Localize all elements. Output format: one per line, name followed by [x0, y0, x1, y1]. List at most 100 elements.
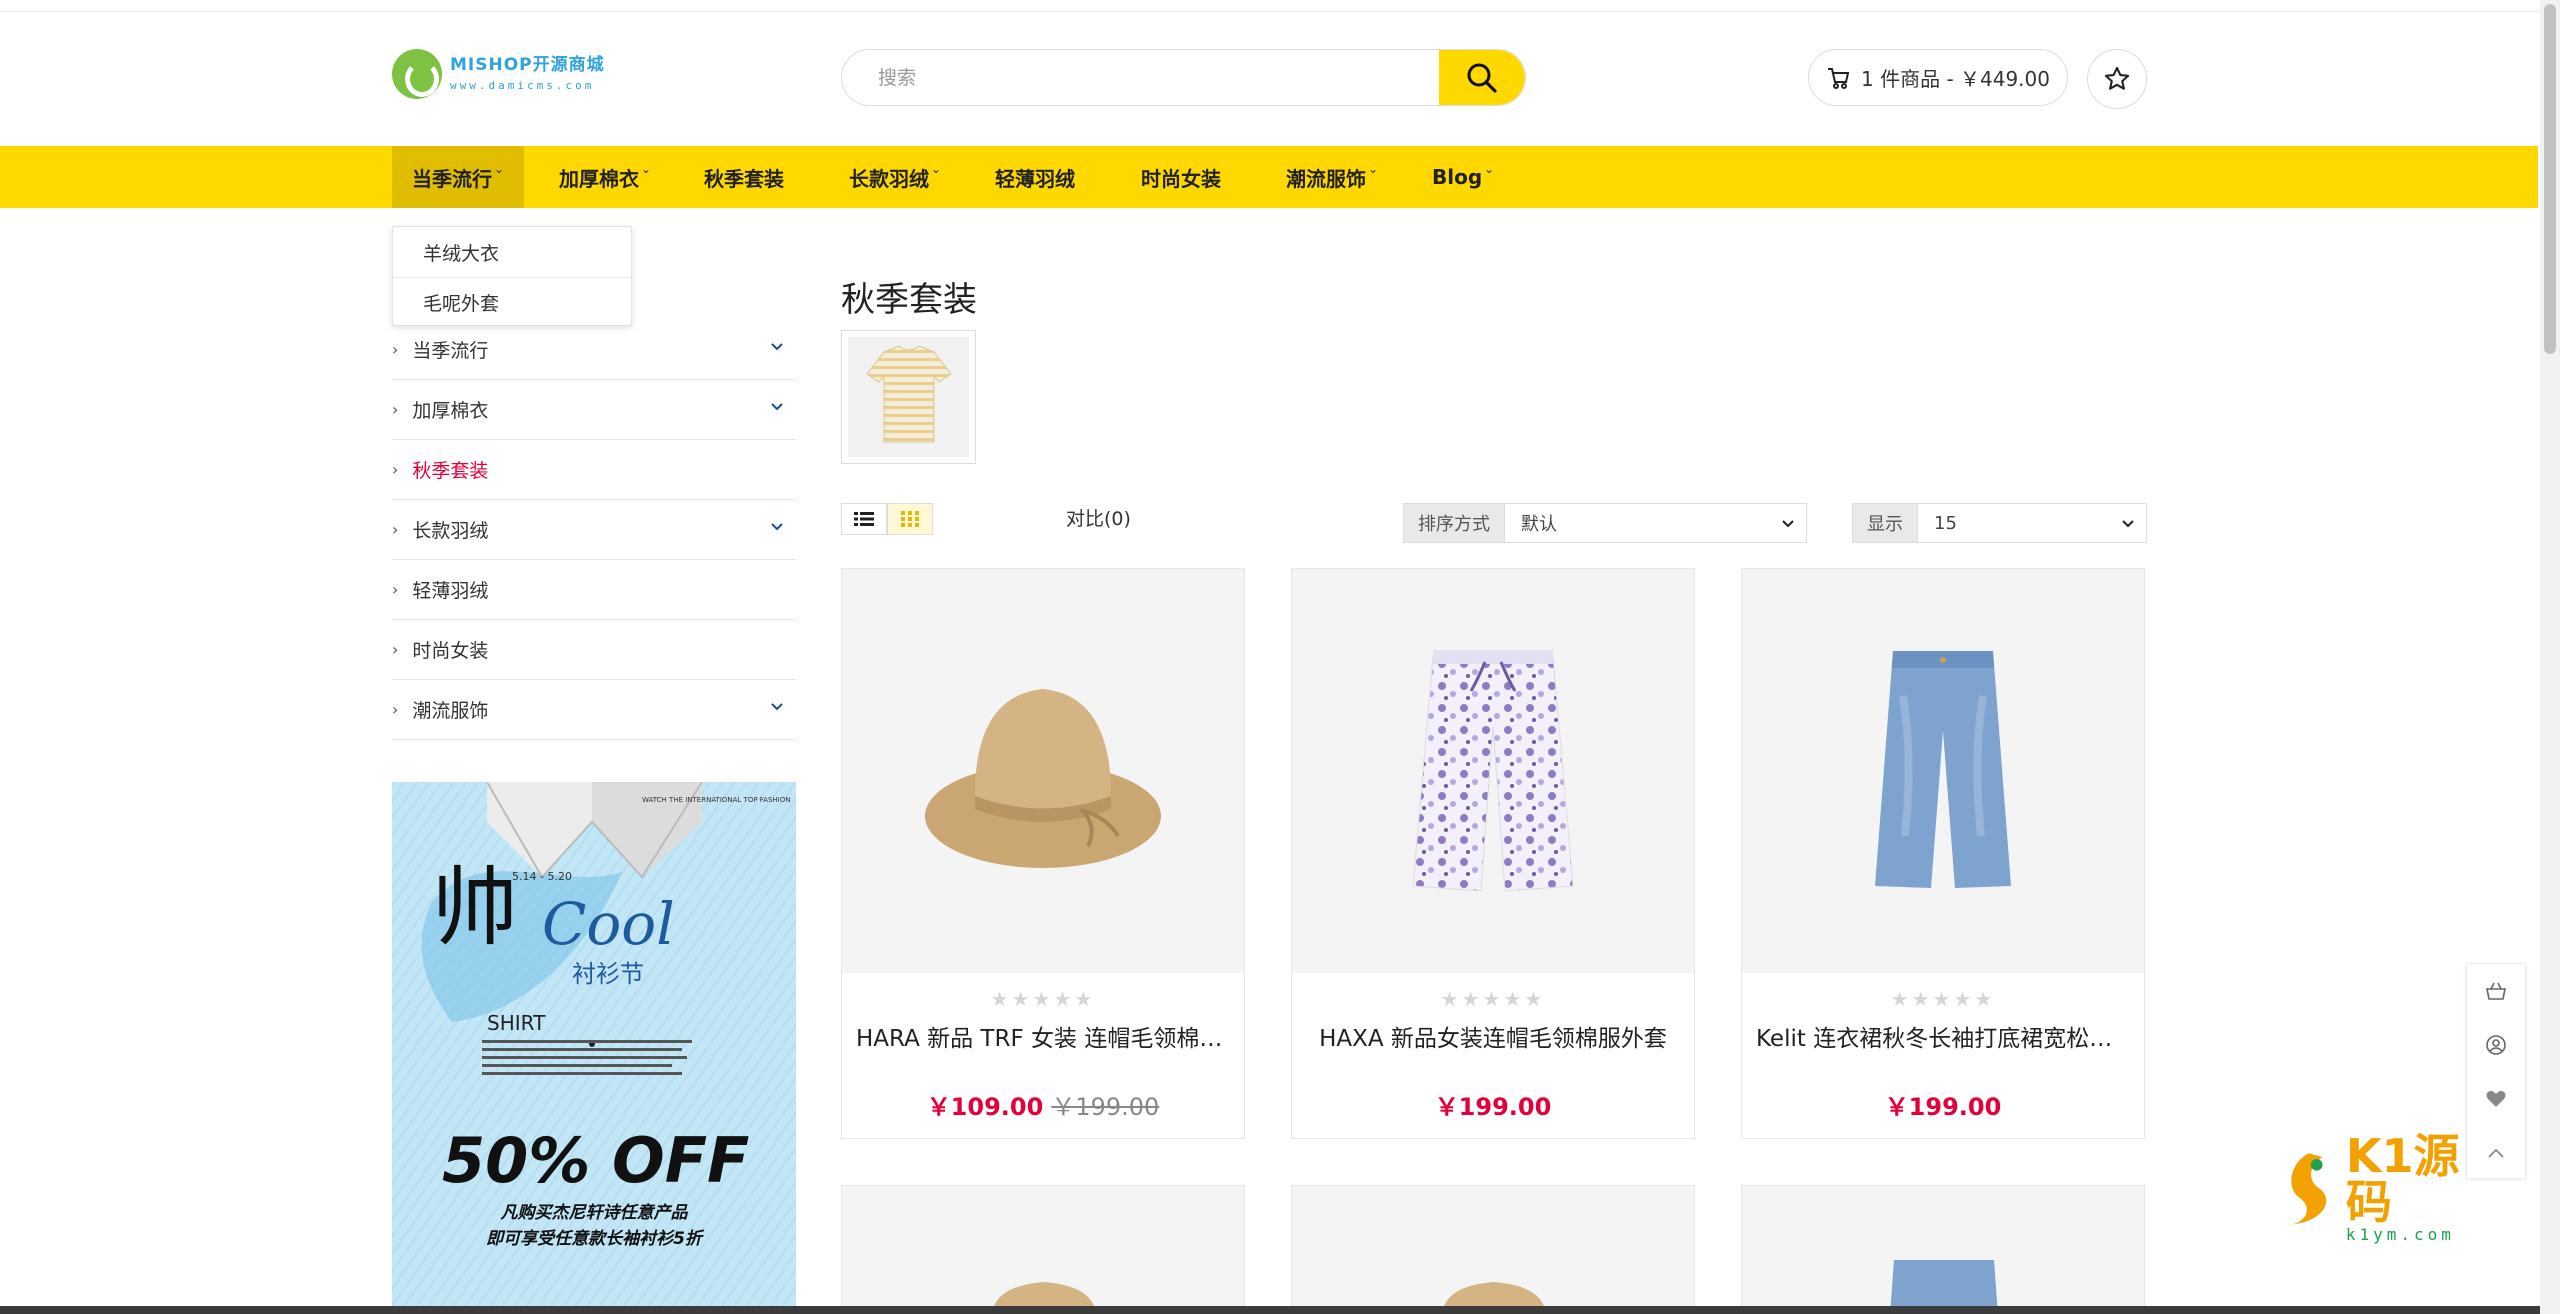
top-border [0, 0, 2545, 12]
chevron-right-icon: › [392, 460, 399, 479]
user-icon [2486, 1035, 2506, 1055]
product-image[interactable] [1292, 569, 1694, 973]
sort-value: 默认 [1521, 514, 1557, 535]
chevron-down-icon: ⌄ [1484, 162, 1495, 176]
logo-name: MISHOP开源商城 [450, 55, 605, 75]
search-input[interactable] [842, 50, 1439, 105]
nav-dropdown-menu: 羊绒大衣 毛呢外套 [392, 226, 632, 326]
grid-view-button[interactable] [887, 503, 933, 535]
rating-stars: ★★★★★ [990, 987, 1096, 1011]
product-old-price: ￥199.00 [1051, 1093, 1160, 1121]
category-item[interactable]: › 当季流行 [392, 320, 796, 380]
product-image[interactable] [842, 569, 1244, 973]
product-price: ￥199.00 [1434, 1093, 1552, 1121]
chevron-right-icon: › [392, 520, 399, 539]
nav-item-autumn-set[interactable]: 秋季套装 [684, 146, 804, 208]
rating-stars: ★★★★★ [1890, 987, 1996, 1011]
nav-label: 当季流行 [412, 166, 492, 191]
product-title[interactable]: HAXA 新品女装连帽毛领棉服外套 [1292, 1019, 1694, 1053]
compare-link[interactable]: 对比(0) [1066, 504, 1131, 531]
dropdown-item-cashmere-coat[interactable]: 羊绒大衣 [393, 227, 631, 277]
nav-item-trendy-apparel[interactable]: 潮流服饰 ⌄ [1266, 146, 1398, 208]
expand-chevron-icon[interactable] [768, 518, 786, 536]
banner-illustration: 帅 Cool 衬衫节 5.14 - 5.20 WATCH THE INTERNA… [392, 782, 796, 1314]
horizontal-scrollbar[interactable] [0, 1306, 2540, 1314]
nav-item-women-fashion[interactable]: 时尚女装 [1121, 146, 1241, 208]
category-label: 长款羽绒 [412, 520, 489, 542]
category-list: › 当季流行 › 加厚棉衣 › 秋季套装 › 长款羽绒 › 轻薄羽绒 › 时尚女… [392, 320, 796, 740]
product-card[interactable]: ★★★★★ Kelit 连衣裙秋冬长袖打底裙宽松中长款 ￥199.00 [1741, 568, 2145, 1139]
sort-select[interactable]: 排序方式 默认 [1403, 503, 1807, 543]
product-title[interactable]: Kelit 连衣裙秋冬长袖打底裙宽松中长款 [1742, 1019, 2144, 1053]
nav-label: Blog [1432, 165, 1483, 189]
straw-hat-image [1442, 1282, 1546, 1314]
toolbar-cart-button[interactable] [2467, 964, 2525, 1018]
striped-tshirt-icon [865, 345, 952, 443]
search-icon [1467, 63, 1497, 93]
banner-festival: 衬衫节 [572, 960, 644, 988]
category-item[interactable]: › 轻薄羽绒 [392, 560, 796, 620]
nav-item-padded-coat[interactable]: 加厚棉衣 ⌄ [539, 146, 671, 208]
product-card[interactable] [1291, 1185, 1695, 1314]
product-price-row: ￥199.00 [1742, 1087, 2144, 1122]
banner-big-char: 帅 [432, 858, 518, 958]
rating-stars: ★★★★★ [1440, 987, 1546, 1011]
list-view-button[interactable] [841, 503, 887, 535]
product-price: ￥109.00 [926, 1093, 1044, 1121]
nav-item-long-down[interactable]: 长款羽绒 ⌄ [829, 146, 961, 208]
nav-item-blog[interactable]: Blog ⌄ [1412, 146, 1514, 208]
product-card[interactable]: ★★★★★ HARA 新品 TRF 女装 连帽毛领棉服外套 ￥109.00 ￥19… [841, 568, 1245, 1139]
straw-hat-image [992, 1282, 1096, 1314]
main-nav: 当季流行 ⌄ 加厚棉衣 ⌄ 秋季套装 长款羽绒 ⌄ 轻薄羽绒 时尚女装 潮流服饰 ⌄ B… [0, 146, 2538, 208]
promo-banner[interactable]: 帅 Cool 衬衫节 5.14 - 5.20 WATCH THE INTERNA… [392, 782, 796, 1314]
site-logo[interactable]: MISHOP开源商城 www.damicms.com [392, 48, 622, 100]
list-view-icon [854, 512, 874, 526]
page-title: 秋季套装 [841, 280, 977, 320]
banner-cool: Cool [542, 890, 675, 958]
product-card[interactable]: ★★★★★ HAXA 新品女装连帽毛领棉服外套 ￥199.00 [1291, 568, 1695, 1139]
category-label: 潮流服饰 [412, 700, 489, 722]
product-card[interactable] [841, 1185, 1245, 1314]
category-label: 当季流行 [412, 340, 489, 362]
chevron-down-icon: ⌄ [931, 162, 942, 176]
search-button[interactable] [1439, 50, 1525, 105]
grid-view-icon [901, 511, 919, 527]
chevron-down-icon: ⌄ [641, 162, 652, 176]
watermark-name: K1源码 [2345, 1129, 2460, 1229]
cart-button[interactable]: 1 件商品 - ￥449.00 [1808, 49, 2068, 106]
floral-pants-image [1412, 650, 1574, 892]
toolbar-account-button[interactable] [2467, 1018, 2525, 1072]
denim-jeans-image [1890, 1260, 1998, 1314]
product-price-row: ￥109.00 ￥199.00 [842, 1087, 1244, 1122]
show-count-select[interactable]: 显示 15 [1852, 503, 2147, 543]
category-item[interactable]: › 时尚女装 [392, 620, 796, 680]
nav-label: 秋季套装 [704, 166, 784, 191]
category-item[interactable]: › 长款羽绒 [392, 500, 796, 560]
scrollbar-thumb[interactable] [2544, 4, 2556, 354]
category-label: 加厚棉衣 [412, 400, 489, 422]
sort-label: 排序方式 [1404, 504, 1505, 542]
denim-jeans-image [1875, 651, 2011, 888]
product-image[interactable] [1742, 569, 2144, 973]
star-icon [2104, 66, 2130, 90]
cart-summary: 1 件商品 - ￥449.00 [1861, 67, 2050, 91]
nav-item-light-down[interactable]: 轻薄羽绒 [975, 146, 1095, 208]
expand-chevron-icon[interactable] [768, 398, 786, 416]
heart-icon [2486, 1090, 2506, 1107]
subcategory-thumb[interactable] [841, 330, 976, 464]
expand-chevron-icon[interactable] [768, 338, 786, 356]
product-title[interactable]: HARA 新品 TRF 女装 连帽毛领棉服外套 [842, 1019, 1244, 1053]
category-item[interactable]: › 潮流服饰 [392, 680, 796, 740]
category-item-current[interactable]: › 秋季套装 [392, 440, 796, 500]
chevron-down-icon: ⌄ [494, 162, 505, 176]
toolbar-wishlist-button[interactable] [2467, 1072, 2525, 1126]
category-item[interactable]: › 加厚棉衣 [392, 380, 796, 440]
nav-item-trending[interactable]: 当季流行 ⌄ [392, 146, 525, 208]
category-label: 轻薄羽绒 [412, 580, 489, 602]
product-card[interactable] [1741, 1185, 2145, 1314]
expand-chevron-icon[interactable] [768, 698, 786, 716]
product-price-row: ￥199.00 [1292, 1087, 1694, 1122]
straw-hat-image [925, 689, 1161, 868]
wishlist-button[interactable] [2087, 49, 2147, 109]
subcategory-image [848, 337, 969, 457]
